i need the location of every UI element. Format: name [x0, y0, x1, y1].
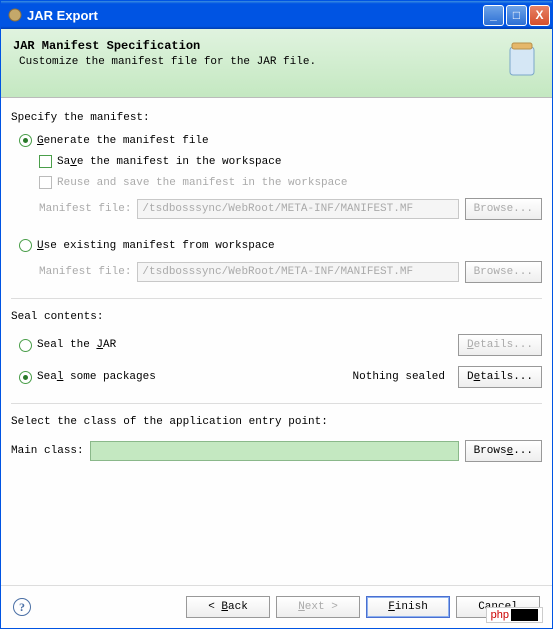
back-button[interactable]: < Back — [186, 596, 270, 618]
manifest-section-label: Specify the manifest: — [11, 112, 542, 124]
maximize-button[interactable]: □ — [506, 5, 527, 26]
save-manifest-label: Save the manifest in the workspace — [57, 156, 281, 168]
browse-button-2: Browse... — [465, 261, 542, 283]
main-class-label: Main class: — [11, 445, 84, 457]
radio-icon — [19, 239, 32, 252]
reuse-manifest-option: Reuse and save the manifest in the works… — [11, 174, 542, 191]
header-title: JAR Manifest Specification — [13, 39, 504, 53]
manifest-file-input-2 — [137, 262, 458, 282]
seal-jar-label: Seal the JAR — [37, 339, 116, 351]
generate-manifest-label: Generate the manifest file — [37, 135, 209, 147]
header-subtitle: Customize the manifest file for the JAR … — [19, 56, 504, 68]
radio-icon — [19, 371, 32, 384]
divider — [11, 403, 542, 404]
jar-icon — [7, 7, 23, 23]
dialog-content: Specify the manifest: Generate the manif… — [1, 98, 552, 585]
main-class-input[interactable] — [90, 441, 459, 461]
generate-manifest-option[interactable]: Generate the manifest file — [11, 132, 542, 149]
jar-export-dialog: JAR Export _ □ X JAR Manifest Specificat… — [0, 0, 553, 629]
radio-icon — [19, 339, 32, 352]
dialog-header: JAR Manifest Specification Customize the… — [1, 29, 552, 98]
manifest-file-label-2: Manifest file: — [39, 266, 131, 278]
seal-jar-details-button: Details... — [458, 334, 542, 356]
main-class-browse-button[interactable]: Browse... — [465, 440, 542, 462]
radio-icon — [19, 134, 32, 147]
close-button[interactable]: X — [529, 5, 550, 26]
finish-button[interactable]: Finish — [366, 596, 450, 618]
titlebar[interactable]: JAR Export _ □ X — [1, 1, 552, 29]
manifest-file-row-2: Manifest file: Browse... — [11, 258, 542, 286]
jar-banner-icon — [504, 39, 540, 79]
manifest-file-input-1 — [137, 199, 458, 219]
checkbox-icon — [39, 155, 52, 168]
seal-some-option[interactable]: Seal some packages Nothing sealed Detail… — [11, 363, 542, 391]
use-existing-manifest-option[interactable]: Use existing manifest from workspace — [11, 237, 542, 254]
window-title: JAR Export — [27, 8, 483, 23]
seal-jar-option[interactable]: Seal the JAR Details... — [11, 331, 542, 359]
spacer — [11, 470, 542, 575]
save-manifest-option[interactable]: Save the manifest in the workspace — [11, 153, 542, 170]
manifest-file-row-1: Manifest file: Browse... — [11, 195, 542, 223]
browse-button-1: Browse... — [465, 198, 542, 220]
seal-status-text: Nothing sealed — [353, 371, 445, 383]
reuse-manifest-label: Reuse and save the manifest in the works… — [57, 177, 347, 189]
main-class-row: Main class: Browse... — [11, 436, 542, 466]
use-existing-label: Use existing manifest from workspace — [37, 240, 275, 252]
minimize-button[interactable]: _ — [483, 5, 504, 26]
divider — [11, 298, 542, 299]
help-icon[interactable]: ? — [13, 598, 31, 616]
checkbox-icon — [39, 176, 52, 189]
seal-some-details-button[interactable]: Details... — [458, 366, 542, 388]
manifest-file-label-1: Manifest file: — [39, 203, 131, 215]
dialog-footer: ? < Back Next > Finish Cancel — [1, 585, 552, 628]
mainclass-section-label: Select the class of the application entr… — [11, 416, 542, 428]
next-button: Next > — [276, 596, 360, 618]
watermark: phpxx — [486, 607, 543, 623]
seal-some-label: Seal some packages — [37, 371, 156, 383]
seal-section-label: Seal contents: — [11, 311, 542, 323]
